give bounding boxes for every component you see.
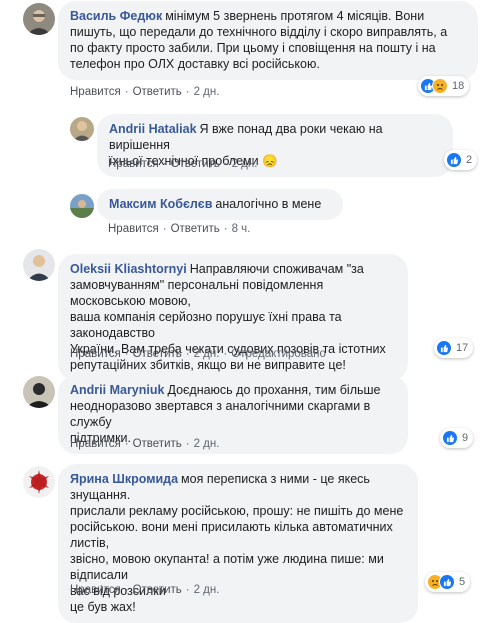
comment-author[interactable]: Максим Кобєлєв <box>109 197 212 211</box>
comment-text-line: це був жах! <box>70 600 136 614</box>
reactions-summary[interactable]: 2 <box>444 150 478 170</box>
comment-actions: Нравится · Ответить · 2 дн. · Отредактировано <box>70 348 326 360</box>
reactions-summary[interactable]: 9 <box>440 428 474 448</box>
reactions-summary[interactable]: 17 <box>434 338 474 358</box>
sad-icon <box>432 78 448 94</box>
reply-link[interactable]: Ответить <box>133 86 182 98</box>
comment-text-line: пишуть, що передали до технічного відділ… <box>70 25 448 39</box>
comment-author[interactable]: Andrii Maryniuk <box>70 383 164 397</box>
comment-author[interactable]: Andrii Hataliak <box>109 122 197 136</box>
comment-author[interactable]: Василь Федюк <box>70 9 162 23</box>
comment-time[interactable]: 2 дн. <box>194 584 220 596</box>
edited-label[interactable]: Отредактировано <box>231 348 326 360</box>
avatar[interactable] <box>23 466 55 498</box>
reactions-summary[interactable]: 18 <box>418 76 470 96</box>
like-link[interactable]: Нравится <box>70 348 121 360</box>
comment-time[interactable]: 2 дн. <box>232 158 258 170</box>
comment-bubble: Oleksii Kliashtornyi Направляючи споживач… <box>58 254 408 381</box>
reaction-count: 2 <box>466 154 473 166</box>
like-link[interactable]: Нравится <box>108 158 159 170</box>
comment-actions: Нравится · Ответить · 2 дн. <box>108 158 258 170</box>
reply-link[interactable]: Ответить <box>171 158 220 170</box>
comment-actions: Нравится · Ответить · 2 дн. <box>70 584 220 596</box>
like-link[interactable]: Нравится <box>70 438 121 450</box>
like-link[interactable]: Нравится <box>70 584 121 596</box>
reaction-count: 5 <box>459 576 466 588</box>
comment-author[interactable]: Ярина Шкромида <box>70 472 178 486</box>
like-link[interactable]: Нравится <box>108 223 159 235</box>
like-icon <box>436 340 452 356</box>
like-icon <box>442 430 458 446</box>
comment-text-line: замовчуванням" персональні повідомлення … <box>70 278 324 308</box>
comment-bubble: Василь Федюк мінімум 5 звернень протягом … <box>58 1 478 80</box>
comment-text-line: аналогічно в мене <box>215 197 322 211</box>
reactions-summary[interactable]: 5 <box>425 572 471 592</box>
reaction-count: 18 <box>452 80 465 92</box>
comment-author[interactable]: Oleksii Kliashtornyi <box>70 262 187 276</box>
reply-link[interactable]: Ответить <box>171 223 220 235</box>
like-icon <box>439 574 455 590</box>
comment-text-line: Доєднаюсь до прохання, тим більше <box>167 383 381 397</box>
comment-text-line: по факту просто забили. При цьому і спов… <box>70 41 436 55</box>
reply-link[interactable]: Ответить <box>133 438 182 450</box>
comment-time[interactable]: 2 дн. <box>194 348 220 360</box>
avatar[interactable] <box>23 376 55 408</box>
reply-link[interactable]: Ответить <box>133 584 182 596</box>
comment-bubble: Максим Кобєлєв аналогічно в мене <box>97 189 343 220</box>
comment-text-line: мінімум 5 звернень протягом 4 місяців. В… <box>165 9 425 23</box>
like-link[interactable]: Нравится <box>70 86 121 98</box>
comment-actions: Нравится · Ответить · 2 дн. <box>70 86 220 98</box>
reaction-count: 9 <box>462 432 469 444</box>
avatar[interactable] <box>70 117 94 141</box>
comment-text-line: неодноразово звертався з аналогічними ск… <box>70 399 371 429</box>
reply-link[interactable]: Ответить <box>133 348 182 360</box>
comment-text-line: репутаційних збитків, якщо ви не виправи… <box>70 358 346 372</box>
avatar[interactable] <box>23 249 55 281</box>
comment-bubble: Ярина Шкромида моя переписка з ними - це … <box>58 464 418 623</box>
comment-text-line: звісно, мовою окупанта! а потім уже люди… <box>70 552 384 582</box>
comment-actions: Нравится · Ответить · 2 дн. <box>70 438 220 450</box>
comment-time[interactable]: 2 дн. <box>194 86 220 98</box>
comment-text-line: ваша компанія серйозно порушує їхні прав… <box>70 310 342 340</box>
avatar[interactable] <box>70 194 94 218</box>
comment-actions: Нравится · Ответить · 8 ч. <box>108 223 251 235</box>
comment-time[interactable]: 8 ч. <box>232 223 251 235</box>
avatar[interactable] <box>23 3 55 35</box>
comment-time[interactable]: 2 дн. <box>194 438 220 450</box>
like-icon <box>446 152 462 168</box>
comment-text-line: прислали рекламу російською, прошу: не п… <box>70 504 404 518</box>
comment-text-line: телефон про ОЛХ доставку всі російською. <box>70 57 320 71</box>
comment-text-line: російською. вони мені присилають кілька … <box>70 520 393 550</box>
comment-text-line: Направляючи споживачам "за <box>189 262 364 276</box>
reaction-count: 17 <box>456 342 469 354</box>
